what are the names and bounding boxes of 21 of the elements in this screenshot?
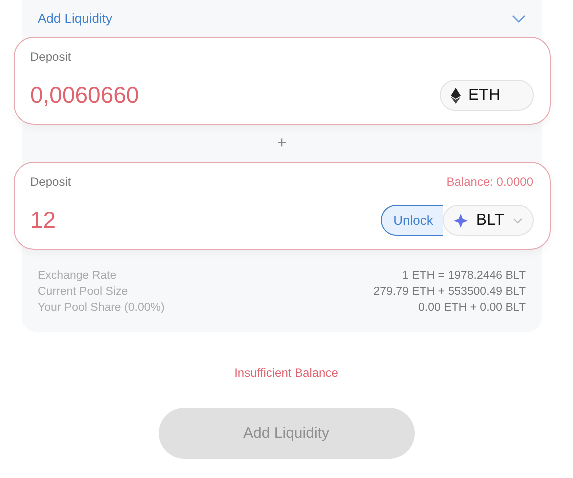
deposit-label: Deposit <box>30 175 72 189</box>
star-icon <box>454 214 468 228</box>
deposit-label: Deposit <box>30 50 72 64</box>
amount-input[interactable]: 12 <box>30 207 56 234</box>
info-value: 279.79 ETH + 553500.49 BLT <box>374 286 526 298</box>
token-selector[interactable]: BLT <box>443 205 534 236</box>
token-selector[interactable]: ETH <box>440 80 534 111</box>
info-value: 1 ETH = 1978.2446 BLT <box>402 270 526 282</box>
unlock-button[interactable]: Unlock <box>380 205 444 236</box>
section-title: Add Liquidity <box>38 11 112 26</box>
info-label: Your Pool Share (0.00%) <box>38 302 165 314</box>
info-label: Current Pool Size <box>38 286 128 298</box>
amount-input[interactable]: 0,0060660 <box>30 82 140 109</box>
chevron-down-icon <box>512 218 522 224</box>
chevron-down-icon[interactable] <box>512 14 526 22</box>
plus-sign: + <box>277 134 287 154</box>
balance-text: Balance: 0.0000 <box>446 175 534 189</box>
error-message: Insufficient Balance <box>234 366 338 380</box>
diamond-icon <box>450 88 460 104</box>
info-label: Exchange Rate <box>38 270 117 282</box>
info-value: 0.00 ETH + 0.00 BLT <box>418 302 526 314</box>
